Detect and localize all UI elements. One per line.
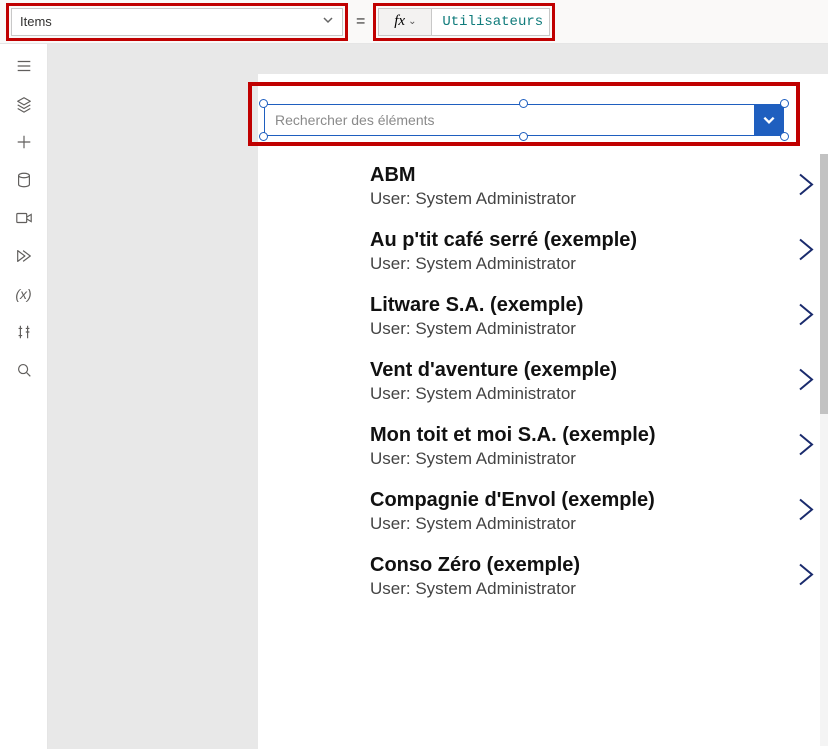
- list-item-title: ABM: [370, 164, 790, 187]
- fx-label: fx: [394, 13, 405, 30]
- chevron-right-icon[interactable]: [796, 300, 816, 333]
- list-item-title: Mon toit et moi S.A. (exemple): [370, 424, 790, 447]
- formula-input[interactable]: Utilisateurs: [432, 8, 550, 36]
- chevron-right-icon[interactable]: [796, 170, 816, 203]
- property-dropdown-value: Items: [20, 14, 52, 29]
- side-rail: (x): [0, 44, 48, 749]
- list-item[interactable]: Au p'tit café serré (exemple)User: Syste…: [370, 219, 828, 284]
- gallery: ABMUser: System AdministratorAu p'tit ca…: [370, 154, 828, 746]
- equals-sign: =: [354, 13, 367, 31]
- formula-value: Utilisateurs: [442, 14, 543, 30]
- chevron-right-icon[interactable]: [796, 365, 816, 398]
- property-dropdown-highlight: Items: [6, 3, 348, 41]
- list-item[interactable]: ABMUser: System Administrator: [370, 154, 828, 219]
- fx-button[interactable]: fx ⌄: [378, 8, 432, 36]
- database-icon[interactable]: [14, 170, 34, 190]
- layers-icon[interactable]: [14, 94, 34, 114]
- selection-handle[interactable]: [519, 99, 528, 108]
- chevron-right-icon[interactable]: [796, 235, 816, 268]
- search-icon[interactable]: [14, 360, 34, 380]
- scrollbar-thumb[interactable]: [820, 154, 828, 414]
- list-item-title: Litware S.A. (exemple): [370, 294, 790, 317]
- chevron-right-icon[interactable]: [796, 495, 816, 528]
- combobox-placeholder: Rechercher des éléments: [275, 112, 435, 128]
- combobox-input[interactable]: Rechercher des éléments: [264, 104, 754, 136]
- list-item-subtitle: User: System Administrator: [370, 514, 790, 534]
- formula-bar: Items = fx ⌄ Utilisateurs: [0, 0, 828, 44]
- list-item-subtitle: User: System Administrator: [370, 449, 790, 469]
- chevron-right-icon[interactable]: [796, 430, 816, 463]
- list-item-subtitle: User: System Administrator: [370, 384, 790, 404]
- tools-icon[interactable]: [14, 322, 34, 342]
- plus-icon[interactable]: [14, 132, 34, 152]
- hamburger-icon[interactable]: [14, 56, 34, 76]
- design-canvas[interactable]: Rechercher des éléments ABMUser: System …: [48, 44, 828, 749]
- selection-handle[interactable]: [780, 132, 789, 141]
- selection-handle[interactable]: [259, 132, 268, 141]
- chevron-down-icon: ⌄: [408, 16, 416, 27]
- list-item[interactable]: Conso Zéro (exemple)User: System Adminis…: [370, 544, 828, 609]
- selection-handle[interactable]: [780, 99, 789, 108]
- list-item[interactable]: Litware S.A. (exemple)User: System Admin…: [370, 284, 828, 349]
- selection-handle[interactable]: [259, 99, 268, 108]
- list-item-title: Conso Zéro (exemple): [370, 554, 790, 577]
- chevron-right-icon[interactable]: [796, 560, 816, 593]
- property-dropdown[interactable]: Items: [11, 8, 343, 36]
- chevron-down-icon: [322, 14, 334, 29]
- power-automate-icon[interactable]: [14, 246, 34, 266]
- list-item-title: Au p'tit café serré (exemple): [370, 229, 790, 252]
- list-item-subtitle: User: System Administrator: [370, 579, 790, 599]
- list-item[interactable]: Mon toit et moi S.A. (exemple)User: Syst…: [370, 414, 828, 479]
- list-item-subtitle: User: System Administrator: [370, 319, 790, 339]
- main-area: (x) Rechercher des éléments ABMUser: Sys…: [0, 44, 828, 749]
- combobox-chevron-button[interactable]: [754, 104, 784, 136]
- list-item[interactable]: Vent d'aventure (exemple)User: System Ad…: [370, 349, 828, 414]
- media-icon[interactable]: [14, 208, 34, 228]
- list-item-title: Compagnie d'Envol (exemple): [370, 489, 790, 512]
- list-item-subtitle: User: System Administrator: [370, 189, 790, 209]
- selection-handle[interactable]: [519, 132, 528, 141]
- formula-highlight: fx ⌄ Utilisateurs: [373, 3, 555, 41]
- list-item-title: Vent d'aventure (exemple): [370, 359, 790, 382]
- variable-icon[interactable]: (x): [14, 284, 34, 304]
- list-item-subtitle: User: System Administrator: [370, 254, 790, 274]
- scrollbar[interactable]: [820, 154, 828, 746]
- list-item[interactable]: Compagnie d'Envol (exemple)User: System …: [370, 479, 828, 544]
